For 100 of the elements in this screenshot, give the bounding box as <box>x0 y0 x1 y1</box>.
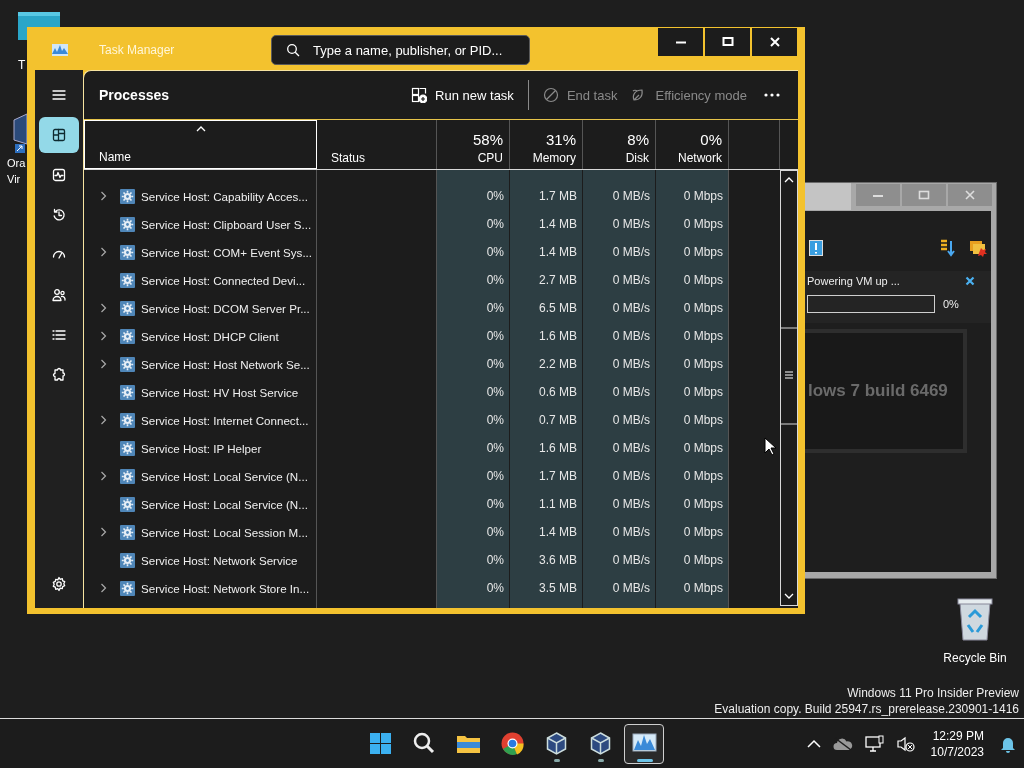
process-name: Service Host: Local Service (N... <box>141 497 308 511</box>
table-cell-text: 0 Mbps <box>682 525 724 539</box>
gear-icon <box>120 468 135 484</box>
icon-label: Ora <box>7 156 26 171</box>
chart-icon <box>52 44 68 56</box>
column-header[interactable]: 8% Disk <box>583 120 656 169</box>
toolbar-button[interactable]: Run new task <box>404 80 521 110</box>
edition-text: Windows 11 Pro Insider Preview <box>847 685 1019 701</box>
list-icon <box>51 327 67 343</box>
gear-icon <box>120 300 135 316</box>
table-cell-text: 0 MB/s <box>611 525 651 539</box>
table-cell-text: 1.4 MB <box>538 525 578 539</box>
table-cell-text: 0 Mbps <box>682 217 724 231</box>
alert-icon <box>809 240 823 256</box>
clock[interactable]: 12:29 PM 10/7/2023 <box>926 727 988 760</box>
process-name: Service Host: Capability Acces... <box>141 189 308 203</box>
table-cell-text: 0 Mbps <box>682 497 724 511</box>
process-name: Service Host: Internet Connect... <box>141 413 309 427</box>
table-cell-text: 0.7 MB <box>538 413 578 427</box>
puzzle-icon <box>51 367 67 383</box>
table-cell-text: 0% <box>485 553 505 567</box>
process-name: Service Host: Host Network Se... <box>141 357 310 371</box>
table-cell-text: 0% <box>485 441 505 455</box>
table-cell-text: 0 MB/s <box>611 497 651 511</box>
browser-icon <box>499 731 525 756</box>
process-name: Service Host: COM+ Event Sys... <box>141 245 313 259</box>
close-button[interactable] <box>752 28 797 56</box>
table-cell-text: 0% <box>485 245 505 259</box>
search-input[interactable]: Type a name, publisher, or PID... <box>313 38 523 62</box>
table-cell-text: 0.6 MB <box>538 385 578 399</box>
search-icon <box>411 731 437 756</box>
table-cell-text: 0% <box>485 357 505 371</box>
table-cell-text: 0% <box>485 273 505 287</box>
process-name: Service Host: Clipboard User S... <box>141 217 312 231</box>
status-text: Powering VM up ... <box>807 275 900 287</box>
table-cell-text: 0% <box>485 497 505 511</box>
table-cell-text: 0% <box>485 329 505 343</box>
column-header[interactable]: 58% CPU <box>437 120 510 169</box>
gear-icon <box>120 552 135 568</box>
grid-icon <box>51 127 67 143</box>
table-cell-text: 0 Mbps <box>682 553 724 567</box>
icon-label: Recycle Bin <box>943 651 1007 665</box>
process-name: Service Host: Local Service (N... <box>141 469 308 483</box>
table-cell-text: 2.7 MB <box>538 273 578 287</box>
process-name: Service Host: DHCP Client <box>141 329 279 343</box>
table-cell-text: 0 MB/s <box>611 357 651 371</box>
taskbar-app-button[interactable] <box>624 723 664 764</box>
gear-icon <box>120 356 135 372</box>
table-cell-text: 0 MB/s <box>611 441 651 455</box>
cloud-icon <box>832 736 853 751</box>
table-cell-text: 0 MB/s <box>611 469 651 483</box>
search-field[interactable]: Type a name, publisher, or PID... <box>271 35 530 65</box>
process-name: Service Host: IP Helper <box>141 441 262 455</box>
table-cell-text: 0 Mbps <box>682 385 724 399</box>
table-cell-text: 3.6 MB <box>538 553 578 567</box>
process-name: Service Host: Network Service <box>141 553 298 567</box>
gear-icon <box>120 440 135 456</box>
table-cell-text: 0 MB/s <box>611 413 651 427</box>
table-cell-text: 0 Mbps <box>682 273 724 287</box>
maximize-icon <box>918 189 930 201</box>
column-header[interactable]: 31% Memory <box>510 120 583 169</box>
edition-text: Evaluation copy. Build 25947.rs_prerelease.230901-1416 <box>714 701 1019 717</box>
process-name: Service Host: DCOM Server Pr... <box>141 301 310 315</box>
table-cell-text: 0% <box>485 413 505 427</box>
table-cell-text: 0 MB/s <box>611 385 651 399</box>
table-cell-text: 0 Mbps <box>682 301 724 315</box>
table-cell-text: 1.6 MB <box>538 329 578 343</box>
table-cell-text: 0 Mbps <box>682 581 724 595</box>
column-header[interactable]: 0% Network <box>656 120 729 169</box>
gear-icon <box>120 496 135 512</box>
speaker-muted-icon <box>896 735 915 752</box>
table-cell-text: 0% <box>485 469 505 483</box>
gear-icon <box>120 216 135 232</box>
table-cell-text: 2.2 MB <box>538 357 578 371</box>
gear-icon <box>120 188 135 204</box>
close-icon <box>964 189 976 201</box>
users-icon <box>51 287 67 303</box>
gear-icon <box>120 524 135 540</box>
column-header[interactable]: Name <box>84 120 317 169</box>
gear-icon <box>120 384 135 400</box>
table-cell-text: 1.7 MB <box>538 189 578 203</box>
table-cell-text: 0% <box>485 301 505 315</box>
table-cell-text: 0 MB/s <box>611 329 651 343</box>
icon-label: T <box>18 57 26 73</box>
menu-icon <box>51 87 67 103</box>
burst-icon <box>969 239 987 257</box>
gear-icon <box>120 412 135 428</box>
table-cell-text: 0% <box>485 525 505 539</box>
process-name: Service Host: HV Host Service <box>141 385 299 399</box>
minimize-button[interactable] <box>658 28 703 56</box>
settings-icon <box>51 576 67 592</box>
table-cell-text: 0 MB/s <box>611 189 651 203</box>
column-header[interactable]: Status <box>317 120 437 169</box>
processes-tab[interactable] <box>39 117 79 153</box>
maximize-button[interactable] <box>705 28 750 56</box>
sort-caret-icon <box>195 126 206 132</box>
icon-label: Vir <box>7 172 21 187</box>
gear-icon <box>120 272 135 288</box>
close-icon <box>965 276 975 286</box>
sort-icon <box>939 239 955 257</box>
